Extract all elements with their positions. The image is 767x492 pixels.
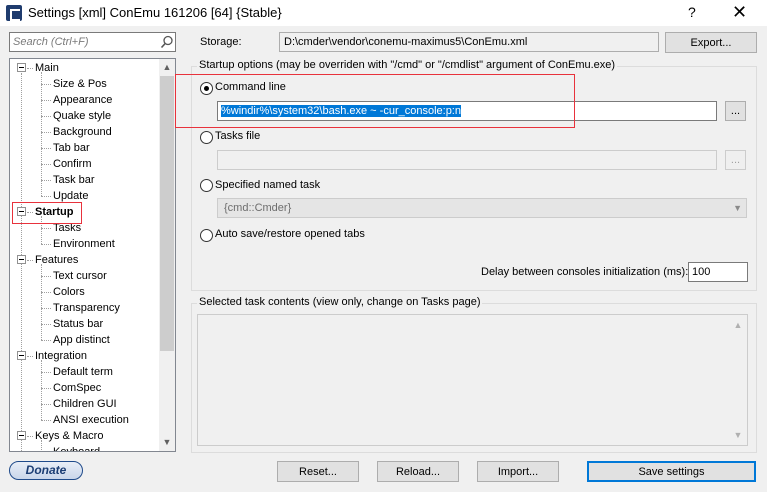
tree-connector [41,360,42,420]
tasks-file-input[interactable] [217,150,717,170]
startup-item-highlight [12,202,82,224]
tree-item-comspec[interactable]: ComSpec [53,380,101,396]
export-button[interactable]: Export... [665,32,757,53]
import-button[interactable]: Import... [477,461,559,482]
tree-connector [41,440,42,451]
storage-path-field[interactable]: D:\cmder\vendor\conemu-maximus5\ConEmu.x… [279,32,659,52]
memo-scrollbar[interactable]: ▲ ▼ [730,315,747,445]
named-task-dropdown[interactable]: {cmd::Cmder} ▼ [217,198,747,218]
tree-collapse-icon[interactable] [17,255,26,264]
tree-collapse-icon[interactable] [17,351,26,360]
conemu-app-icon [6,5,22,21]
command-line-browse-button[interactable]: ... [725,101,746,121]
storage-label: Storage: [200,36,242,48]
tree-connector [41,244,51,245]
memo-scroll-down-icon[interactable]: ▼ [730,427,746,444]
tree-item-status-bar[interactable]: Status bar [53,316,103,332]
tasks-file-radio[interactable] [200,131,213,144]
settings-tree: Main Size & Pos Appearance Quake style Backg… [9,58,176,452]
tree-connector [27,260,33,261]
tree-connector [41,264,42,340]
tree-item-default-term[interactable]: Default term [53,364,113,380]
tree-item-quake-style[interactable]: Quake style [53,108,111,124]
delay-label: Delay between consoles initialization (m… [481,266,689,278]
search-box [9,32,176,52]
search-icon[interactable] [160,35,174,49]
tree-item-transparency[interactable]: Transparency [53,300,120,316]
tree-connector [41,196,51,197]
tree-scrollbar[interactable]: ▲ ▼ [159,59,175,451]
tree-item-children-gui[interactable]: Children GUI [53,396,117,412]
tree-connector [41,324,51,325]
tree-connector [27,68,33,69]
tree-connector [41,164,51,165]
save-settings-button[interactable]: Save settings [587,461,756,482]
tree-item-keyboard[interactable]: Keyboard [53,444,100,451]
tree-item-app-distinct[interactable]: App distinct [53,332,110,348]
tree-connector [41,148,51,149]
search-input[interactable] [11,34,156,50]
tree-connector [41,100,51,101]
tree-item-main[interactable]: Main [35,60,59,76]
tree-connector [41,372,51,373]
tree-connector [41,132,51,133]
tree-item-confirm[interactable]: Confirm [53,156,92,172]
tree-connector [41,228,51,229]
tree-item-size-pos[interactable]: Size & Pos [53,76,107,92]
tree-connector [41,340,51,341]
auto-save-label[interactable]: Auto save/restore opened tabs [215,228,365,240]
window-title: Settings [xml] ConEmu 161206 [64] {Stabl… [28,5,282,20]
donate-button[interactable]: Donate [9,461,83,480]
delay-input[interactable] [688,262,748,282]
named-task-label[interactable]: Specified named task [215,179,320,191]
tree-item-ansi-execution[interactable]: ANSI execution [53,412,129,428]
close-button[interactable]: ✕ [732,2,747,23]
tree-connector [41,84,51,85]
tree-connector [27,356,33,357]
tree-connector [41,72,42,196]
scroll-down-icon[interactable]: ▼ [159,434,175,451]
tree-item-colors[interactable]: Colors [53,284,85,300]
tree-connector [41,388,51,389]
tree-item-keys-macro[interactable]: Keys & Macro [35,428,103,444]
tasks-file-browse-button[interactable]: ... [725,150,746,170]
tree-collapse-icon[interactable] [17,63,26,72]
scroll-up-icon[interactable]: ▲ [159,59,175,76]
chevron-down-icon: ▼ [733,203,742,213]
tree-item-task-bar[interactable]: Task bar [53,172,95,188]
tree-connector [41,420,51,421]
title-bar: Settings [xml] ConEmu 161206 [64] {Stabl… [0,0,767,26]
auto-save-radio[interactable] [200,229,213,242]
tree-connector [41,404,51,405]
command-line-highlight [175,74,575,128]
reset-button[interactable]: Reset... [277,461,359,482]
tree-connector [41,308,51,309]
memo-scroll-up-icon[interactable]: ▲ [730,317,746,334]
tree-scrollbar-thumb[interactable] [160,76,174,351]
tree-item-appearance[interactable]: Appearance [53,92,112,108]
named-task-radio[interactable] [200,179,213,192]
reload-button[interactable]: Reload... [377,461,459,482]
tasks-file-label[interactable]: Tasks file [215,130,260,142]
tree-connector [41,180,51,181]
tree-collapse-icon[interactable] [17,431,26,440]
tree-item-background[interactable]: Background [53,124,112,140]
tree-item-text-cursor[interactable]: Text cursor [53,268,107,284]
help-button[interactable]: ? [688,4,696,20]
tree-connector [41,116,51,117]
settings-tree-items: Main Size & Pos Appearance Quake style Backg… [10,59,159,451]
tree-item-environment[interactable]: Environment [53,236,115,252]
tree-item-integration[interactable]: Integration [35,348,87,364]
task-contents-title: Selected task contents (view only, chang… [197,296,483,308]
task-contents-memo[interactable]: ▲ ▼ [197,314,748,446]
tree-connector [41,276,51,277]
tree-connector [41,292,51,293]
named-task-value: {cmd::Cmder} [224,202,292,214]
tree-connector [27,436,33,437]
tree-item-tab-bar[interactable]: Tab bar [53,140,90,156]
startup-options-title: Startup options (may be overriden with "… [197,59,618,71]
